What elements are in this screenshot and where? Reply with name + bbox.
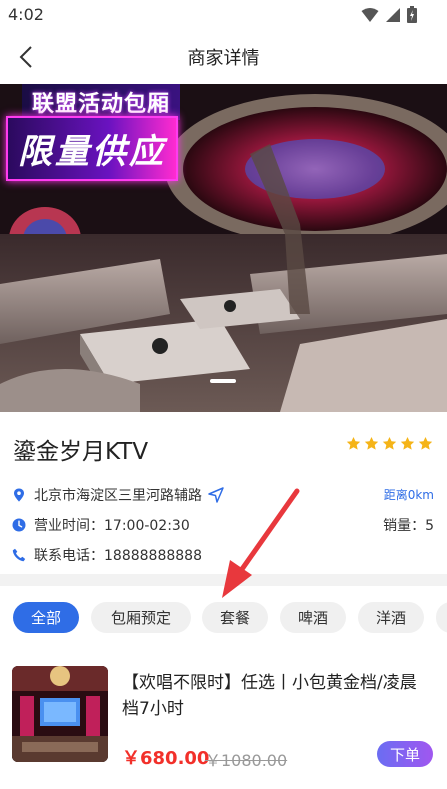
banner-carousel[interactable]: 联盟活动包厢 限量供应 xyxy=(0,84,447,412)
carousel-indicator xyxy=(210,379,236,383)
product-thumbnail xyxy=(12,666,108,762)
location-icon xyxy=(14,488,24,502)
navigate-icon[interactable] xyxy=(208,487,224,503)
sales-count: 销量：5 xyxy=(383,518,434,534)
star-icon xyxy=(382,436,397,450)
product-image xyxy=(12,666,108,762)
product-title: 【欢唱不限时】任选丨小包黄金档/凌晨档7小时 xyxy=(122,673,417,719)
status-time: 4:02 xyxy=(8,5,44,24)
hours-text: 营业时间：17:00-02:30 xyxy=(34,518,190,534)
star-icon xyxy=(400,436,415,450)
order-button[interactable]: 下单 xyxy=(377,741,433,767)
tab-beer[interactable]: 啤酒 xyxy=(280,602,346,633)
nav-bar: 商家详情 xyxy=(0,30,447,84)
page-title: 商家详情 xyxy=(187,48,260,69)
phone-icon xyxy=(12,548,26,562)
product-original-price: ￥1080.00 xyxy=(205,751,288,770)
star-icon xyxy=(346,436,361,450)
category-tabs: 全部 包厢预定 套餐 啤酒 洋酒 xyxy=(0,602,447,634)
tab-liquor[interactable]: 洋酒 xyxy=(358,602,424,633)
star-icon xyxy=(364,436,379,450)
rating-stars xyxy=(346,436,433,451)
section-divider xyxy=(0,574,447,586)
phone-text: 联系电话：18888888888 xyxy=(34,548,202,564)
status-bar: 4:02 xyxy=(0,0,447,30)
star-icon xyxy=(418,436,433,450)
tab-more[interactable] xyxy=(436,602,447,633)
wifi-icon xyxy=(361,7,379,22)
shop-info: 鎏金岁月KTV 北京市海淀区三里河路辅路 距离0km 营业时间：17:00-02… xyxy=(0,412,447,572)
product-price: ￥680.00 xyxy=(122,748,210,769)
tab-package[interactable]: 套餐 xyxy=(202,602,268,633)
address-row[interactable]: 北京市海淀区三里河路辅路 xyxy=(12,485,224,505)
clock-icon xyxy=(12,518,26,532)
phone-row[interactable]: 联系电话：18888888888 xyxy=(12,545,202,565)
banner-promo-line2: 限量供应 xyxy=(6,116,178,181)
shop-name: 鎏金岁月KTV xyxy=(13,439,149,465)
distance-label: 距离0km xyxy=(383,488,434,502)
signal-icon xyxy=(386,7,400,22)
battery-icon xyxy=(407,6,417,23)
address-text: 北京市海淀区三里河路辅路 xyxy=(34,488,202,504)
tab-all[interactable]: 全部 xyxy=(13,602,79,633)
product-card[interactable]: 【欢唱不限时】任选丨小包黄金档/凌晨档7小时 ￥680.00 ￥1080.00 … xyxy=(0,652,447,789)
hours-row: 营业时间：17:00-02:30 xyxy=(12,515,190,535)
tab-room-booking[interactable]: 包厢预定 xyxy=(91,602,191,633)
banner-promo-line1: 联盟活动包厢 xyxy=(22,84,181,120)
